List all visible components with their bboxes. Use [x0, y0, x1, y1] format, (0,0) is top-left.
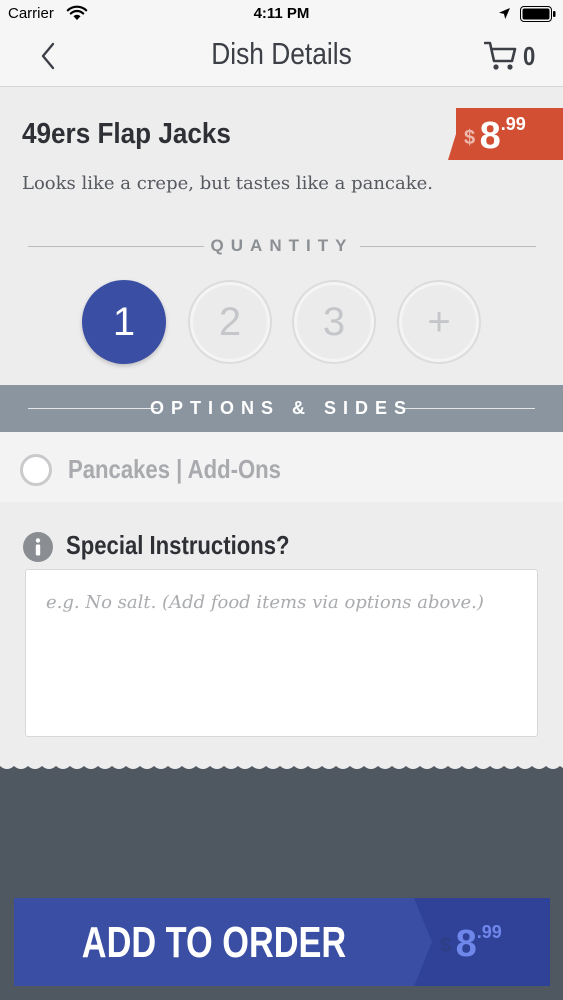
- price-currency: $: [464, 127, 476, 149]
- price-cents: .99: [500, 114, 526, 134]
- footer: ADD TO ORDER $ 8.99: [0, 760, 563, 1000]
- quantity-option-1[interactable]: 1: [82, 280, 166, 364]
- cart-count: 0: [523, 41, 536, 71]
- option-pancakes-add-ons[interactable]: Pancakes | Add-Ons: [0, 432, 563, 502]
- dish-description: Looks like a crepe, but tastes like a pa…: [22, 173, 434, 194]
- divider: [405, 408, 535, 409]
- add-to-order-price-text: $ 8.99: [440, 922, 502, 966]
- add-to-order-price: $ 8.99: [414, 898, 550, 986]
- add-to-order-label: ADD TO ORDER: [81, 918, 347, 967]
- options-sides-header: OPTIONS & SIDES: [0, 385, 563, 432]
- status-bar: Carrier 4:11 PM: [0, 0, 563, 28]
- option-label: Pancakes | Add-Ons: [68, 454, 281, 484]
- info-icon: [23, 532, 53, 562]
- add-price-cents: .99: [476, 922, 502, 942]
- price-tag: $ 8.99: [448, 108, 563, 160]
- footer-wave-edge: [0, 760, 563, 769]
- cart-button[interactable]: 0: [484, 38, 544, 74]
- add-to-order-button[interactable]: ADD TO ORDER $ 8.99: [14, 898, 550, 986]
- cart-icon: [484, 41, 517, 70]
- quantity-header: QUANTITY: [28, 233, 536, 259]
- nav-bar: Dish Details 0: [0, 28, 563, 87]
- price-whole: 8: [479, 115, 501, 157]
- special-instructions-label: Special Instructions?: [66, 530, 290, 560]
- option-radio[interactable]: [20, 454, 52, 486]
- special-instructions-input[interactable]: [25, 569, 538, 737]
- add-price-currency: $: [440, 935, 452, 957]
- price-text: $ 8.99: [464, 114, 526, 158]
- dish-name: 49ers Flap Jacks: [22, 118, 231, 150]
- special-instructions-section: Special Instructions?: [0, 502, 563, 772]
- quantity-option-3[interactable]: 3: [292, 280, 376, 364]
- status-time: 4:11 PM: [253, 5, 310, 22]
- add-price-whole: 8: [455, 923, 477, 965]
- page-title: Dish Details: [211, 36, 352, 71]
- battery-icon: [520, 6, 556, 22]
- quantity-option-2[interactable]: 2: [188, 280, 272, 364]
- location-arrow-icon: [499, 8, 510, 19]
- dish-section: 49ers Flap Jacks $ 8.99 Looks like a cre…: [0, 88, 563, 385]
- quantity-option-more[interactable]: +: [397, 280, 481, 364]
- divider: [360, 246, 536, 247]
- wave-shape: [0, 760, 563, 769]
